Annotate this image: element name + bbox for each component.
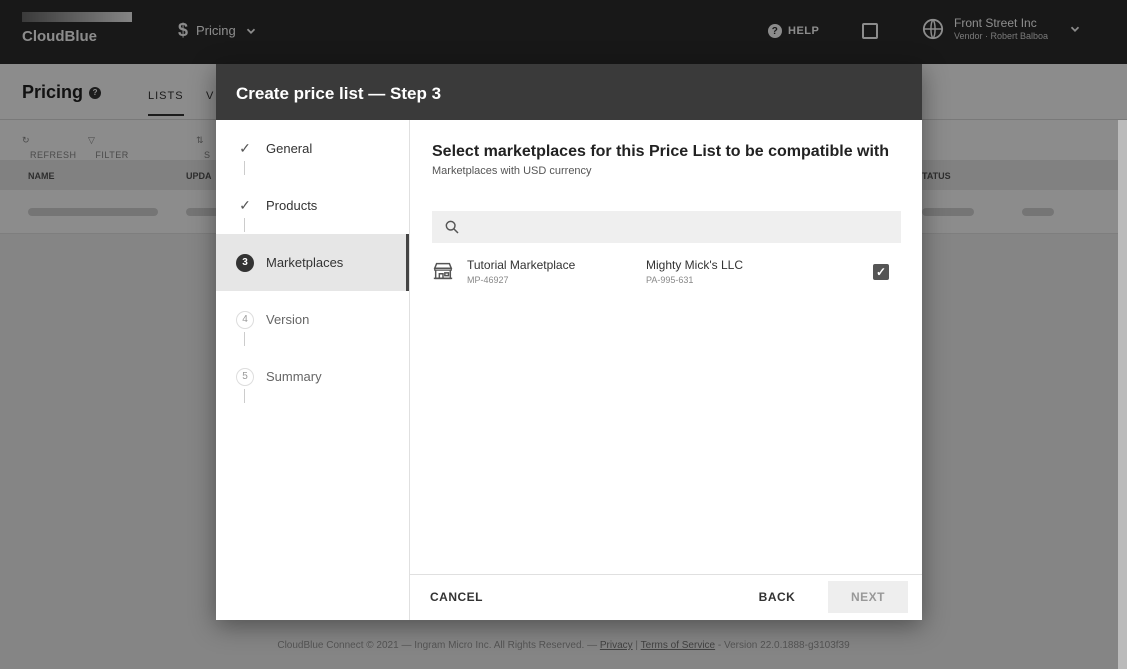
step-label: General [266, 141, 313, 156]
step-number: 5 [236, 367, 254, 386]
wizard-steps: ✓ General ✓ Products 3 Marketplaces 4 Ve… [216, 120, 410, 620]
search-input[interactable] [468, 220, 888, 234]
search-box [432, 211, 901, 243]
next-button[interactable]: NEXT [828, 581, 908, 613]
step-number: 3 [236, 253, 254, 272]
step-marketplaces[interactable]: 3 Marketplaces [216, 234, 409, 291]
dialog-title: Create price list — Step 3 [216, 64, 922, 120]
marketplace-name: Tutorial Marketplace [467, 258, 576, 272]
step-label: Summary [266, 369, 322, 384]
step-label: Version [266, 312, 310, 327]
step-content: Select marketplaces for this Price List … [410, 120, 922, 574]
step-connector [244, 161, 245, 175]
create-price-list-dialog: Create price list — Step 3 ✓ General ✓ P… [216, 64, 922, 620]
marketplace-owner: Mighty Mick's LLC [646, 258, 743, 272]
check-icon: ✓ [239, 197, 251, 213]
step-connector [244, 389, 245, 403]
search-icon [445, 220, 459, 234]
marketplace-store-icon [433, 262, 453, 280]
step-connector [244, 332, 245, 346]
step-label: Products [266, 198, 318, 213]
marketplace-owner-id: PA-995-631 [646, 275, 694, 285]
step-label: Marketplaces [266, 255, 344, 270]
back-button[interactable]: BACK [742, 581, 812, 613]
marketplace-checkbox[interactable]: ✓ [873, 264, 889, 280]
check-icon: ✓ [239, 140, 251, 156]
content-heading: Select marketplaces for this Price List … [432, 143, 890, 160]
cancel-button[interactable]: CANCEL [430, 581, 490, 613]
content-subheading: Marketplaces with USD currency [432, 165, 592, 177]
dialog-actions: CANCEL BACK NEXT [410, 574, 922, 620]
step-connector [244, 218, 245, 232]
marketplace-row[interactable]: Tutorial Marketplace MP-46927 Mighty Mic… [432, 255, 901, 295]
step-number: 4 [236, 310, 254, 329]
page-scrollbar[interactable] [1118, 120, 1127, 669]
marketplace-id: MP-46927 [467, 275, 509, 285]
